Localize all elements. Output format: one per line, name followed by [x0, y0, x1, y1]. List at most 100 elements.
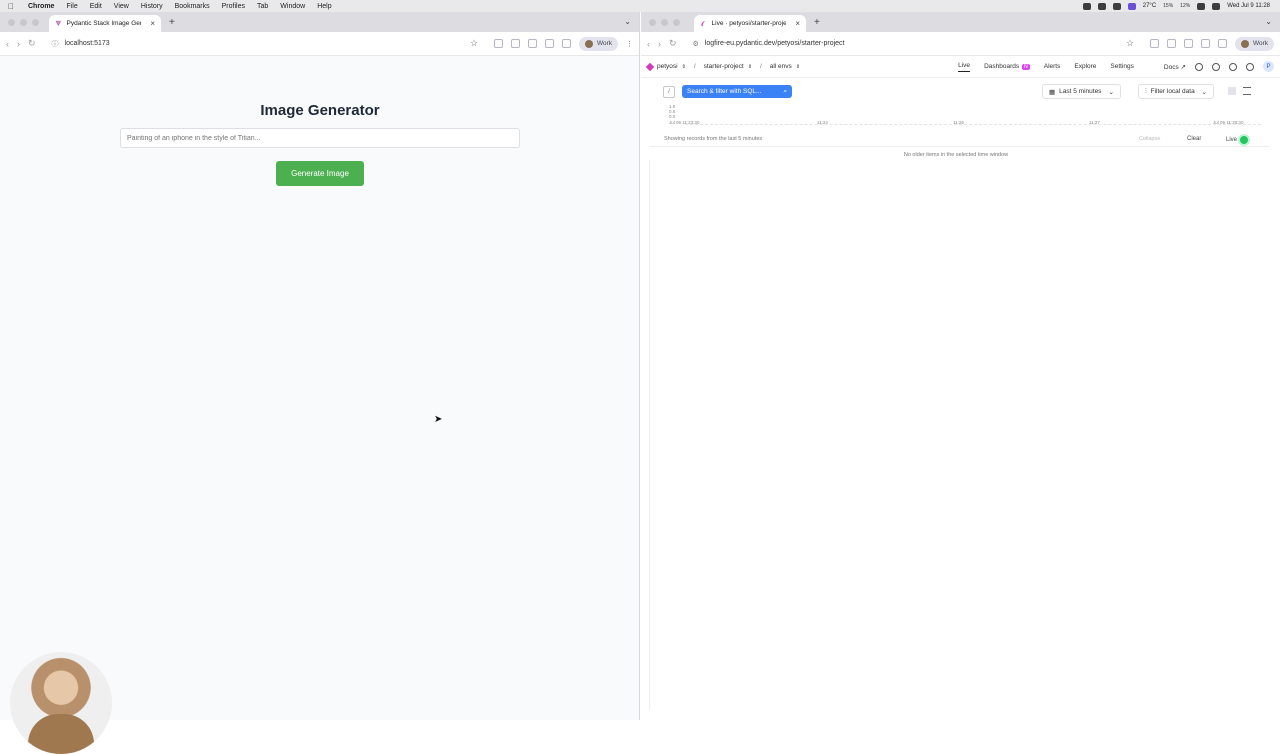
page-title: Image Generator [260, 102, 380, 119]
close-tab-icon[interactable]: × [795, 19, 800, 28]
new-tab-button[interactable]: + [814, 17, 820, 28]
logfire-header: petyosi ⇕ / starter-project ⇕ / all envs… [641, 56, 1280, 78]
live-label: Live [1226, 137, 1238, 143]
y-tick: 0.0 [669, 114, 676, 119]
site-info-icon[interactable]: ⓘ [52, 39, 59, 49]
time-range-dropdown[interactable]: ▦ Last 5 minutes ⌄ [1042, 84, 1121, 99]
prompt-input[interactable] [120, 128, 520, 148]
menu-bookmarks[interactable]: Bookmarks [175, 3, 210, 10]
status-area: 27°C 15% 12% Wed Jul 9 11:28 [1082, 2, 1270, 10]
menu-history[interactable]: History [141, 3, 163, 10]
list-view-icon[interactable] [1243, 87, 1251, 95]
screen-record-icon[interactable] [1127, 2, 1136, 10]
download-icon[interactable] [1217, 39, 1227, 48]
zoom-window-button[interactable] [673, 18, 680, 26]
nav-settings[interactable]: Settings [1110, 63, 1134, 70]
nav-live[interactable]: Live [958, 62, 971, 72]
webcam-overlay [10, 652, 112, 754]
nav-dashboards[interactable]: Dashboards N [984, 63, 1030, 70]
extension-icon[interactable] [1149, 39, 1159, 48]
forward-icon[interactable]: › [658, 39, 661, 49]
menu-edit[interactable]: Edit [90, 3, 102, 10]
tab-strip: Pydantic Stack Image Generator × + ⌄ [0, 12, 639, 32]
nav-explore[interactable]: Explore [1074, 63, 1096, 70]
status-icon[interactable] [1097, 2, 1106, 10]
link-icon[interactable] [1246, 62, 1254, 71]
browser-toolbar: ‹ › ↻ ⓘ localhost:5173 ☆ Work ⋮ [0, 32, 639, 56]
site-settings-icon[interactable]: ⚙ [693, 40, 699, 48]
nav-alerts[interactable]: Alerts [1044, 63, 1061, 70]
tab-logfire-live[interactable]: Live · petyosi/starter-project × [694, 15, 806, 32]
chevron-updown-icon[interactable]: ⇕ [796, 64, 800, 70]
tab-search-icon[interactable]: ⌄ [624, 17, 631, 26]
avatar [584, 39, 593, 48]
apple-icon[interactable]:  [8, 2, 18, 11]
view-toggle-icon[interactable] [1228, 87, 1236, 95]
cpu-stat: 15% [1163, 2, 1174, 9]
chevron-updown-icon[interactable]: ⇕ [748, 64, 752, 70]
tab-image-generator[interactable]: Pydantic Stack Image Generator × [49, 15, 161, 32]
clock[interactable]: Wed Jul 9 11:28 [1227, 3, 1270, 9]
chevron-down-icon: ⌄ [1108, 88, 1114, 96]
status-icon[interactable] [1112, 2, 1121, 10]
side-panel-icon[interactable] [1200, 39, 1210, 48]
menu-profiles[interactable]: Profiles [222, 3, 245, 10]
time-range-label: Last 5 minutes [1059, 88, 1102, 95]
clear-button[interactable]: Clear [1187, 136, 1201, 142]
collapse-button[interactable]: Collapse [1139, 136, 1160, 142]
profile-chip[interactable]: Work [578, 36, 618, 51]
kebab-menu-icon[interactable]: ⋮ [626, 40, 633, 48]
bookmark-star-icon[interactable]: ☆ [470, 38, 478, 49]
breadcrumb-env[interactable]: all envs [770, 63, 792, 70]
back-icon[interactable]: ‹ [647, 39, 650, 49]
reload-icon[interactable]: ↻ [28, 38, 36, 49]
menu-file[interactable]: File [66, 3, 77, 10]
zoom-window-button[interactable] [32, 18, 39, 26]
close-tab-icon[interactable]: × [150, 19, 155, 28]
docs-link[interactable]: Docs ↗ [1164, 63, 1186, 71]
address-bar[interactable]: ⓘ localhost:5173 ☆ [44, 36, 486, 52]
docs-label: Docs [1163, 63, 1179, 71]
breadcrumb-org[interactable]: petyosi [657, 63, 678, 70]
generate-image-button[interactable]: Generate Image [276, 161, 364, 186]
profile-chip[interactable]: Work [1234, 36, 1274, 51]
main-nav: Live Dashboards N Alerts Explore Settings [958, 62, 1134, 72]
extensions-puzzle-icon[interactable] [527, 39, 537, 48]
menu-help[interactable]: Help [317, 3, 331, 10]
menu-view[interactable]: View [114, 3, 129, 10]
close-window-button[interactable] [649, 18, 656, 26]
chevron-updown-icon[interactable]: ⇕ [682, 64, 686, 70]
reload-icon[interactable]: ↻ [669, 38, 677, 49]
user-avatar[interactable]: P [1263, 61, 1274, 72]
forward-icon[interactable]: › [17, 39, 20, 49]
side-panel-icon[interactable] [544, 39, 554, 48]
back-icon[interactable]: ‹ [6, 39, 9, 49]
close-window-button[interactable] [8, 18, 15, 26]
theme-toggle-icon[interactable] [1229, 62, 1237, 71]
address-bar[interactable]: ⚙ logfire-eu.pydantic.dev/petyosi/starte… [685, 36, 1142, 52]
wifi-icon[interactable] [1197, 2, 1206, 10]
minimize-window-button[interactable] [20, 18, 27, 26]
extension-icon[interactable] [493, 39, 503, 48]
github-icon[interactable] [1212, 62, 1220, 71]
bookmark-star-icon[interactable]: ☆ [1126, 38, 1134, 49]
live-toggle[interactable]: Live [1226, 136, 1249, 144]
status-icon[interactable] [1082, 2, 1091, 10]
download-icon[interactable] [561, 39, 571, 48]
extension-icon[interactable] [1166, 39, 1176, 48]
minimize-window-button[interactable] [661, 18, 668, 26]
menu-chrome[interactable]: Chrome [28, 3, 54, 10]
extensions-puzzle-icon[interactable] [1183, 39, 1193, 48]
menu-window[interactable]: Window [280, 3, 305, 10]
sql-search-button[interactable]: Search & filter with SQL... ⌕ [682, 85, 792, 98]
new-tab-button[interactable]: + [169, 17, 175, 28]
extension-icon[interactable] [510, 39, 520, 48]
local-filter-dropdown[interactable]: ⫶ Filter local data ⌄ [1138, 84, 1214, 99]
filter-icon: ⫶ [1145, 87, 1147, 95]
ai-assistant-icon[interactable] [1195, 62, 1203, 71]
tab-search-icon[interactable]: ⌄ [1265, 17, 1272, 26]
menu-tab[interactable]: Tab [257, 3, 268, 10]
breadcrumb-project[interactable]: starter-project [704, 63, 744, 70]
x-tick: 11:24 [817, 120, 828, 125]
battery-icon[interactable] [1212, 2, 1221, 10]
